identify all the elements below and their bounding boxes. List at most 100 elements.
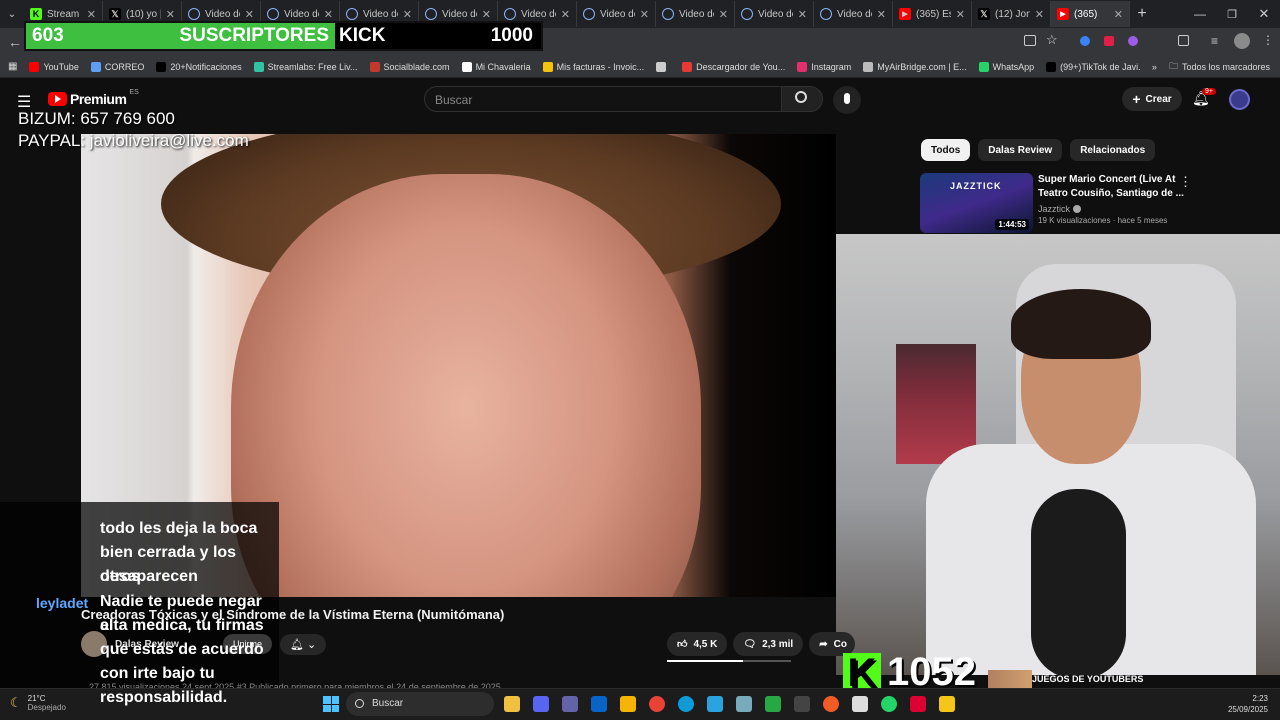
bookmark-item[interactable]: CORREO	[90, 61, 144, 72]
comments-button[interactable]: 🗨︎ 2,3 mil	[733, 632, 804, 656]
all-bookmarks[interactable]: 🗀 Todos los marcadores	[1169, 59, 1270, 75]
bookmark-item[interactable]: Mi Chavaleria	[461, 61, 531, 72]
progress-fill	[667, 660, 743, 662]
bookmark-item[interactable]: Descargador de You...	[682, 61, 785, 72]
camtasia-icon[interactable]	[765, 696, 781, 712]
new-tab-button[interactable]: +	[1130, 5, 1154, 23]
install-icon[interactable]	[1024, 35, 1036, 46]
account-avatar[interactable]	[1229, 89, 1250, 110]
tab-close-icon[interactable]: ✕	[798, 8, 807, 21]
browser-tab[interactable]: Video de ✕	[577, 1, 656, 27]
bookmark-item[interactable]: MyAirBridge.com | E...	[863, 61, 967, 72]
file-explorer-icon[interactable]	[504, 696, 520, 712]
taskbar-search[interactable]: Buscar	[346, 692, 494, 716]
notes-icon[interactable]	[939, 696, 955, 712]
time-date[interactable]: 2:23 25/09/2025	[1228, 693, 1268, 715]
menu-lines-icon[interactable]: ≡	[1211, 34, 1218, 48]
weather-widget[interactable]: ☾ 21°C Despejado	[10, 694, 66, 712]
puzzle-icon[interactable]	[1178, 35, 1189, 46]
maximize-button[interactable]: ❐	[1216, 8, 1248, 21]
chevron-right-icon[interactable]: »	[1152, 62, 1157, 72]
like-button[interactable]: 👍︎ 4,5 K	[667, 632, 728, 656]
tab-close-icon[interactable]: ✕	[403, 8, 412, 21]
profile-avatar[interactable]	[1234, 33, 1250, 49]
recommended-thumbnail[interactable]: JAZZTICK 1:44:53	[920, 173, 1033, 233]
tab-close-icon[interactable]: ✕	[640, 8, 649, 21]
filter-chip[interactable]: Relacionados	[1070, 139, 1156, 161]
bookmark-item[interactable]: Socialblade.com	[369, 61, 450, 72]
bookmark-item[interactable]: YouTube	[29, 61, 79, 72]
tab-close-icon[interactable]: ✕	[166, 8, 175, 21]
network-icon[interactable]	[736, 696, 752, 712]
create-button[interactable]: + Crear	[1122, 87, 1182, 111]
bookmark-item[interactable]: Instagram	[797, 61, 852, 72]
tab-close-icon[interactable]: ✕	[1114, 8, 1123, 21]
tab-close-icon[interactable]: ✕	[561, 8, 570, 21]
snipping-icon[interactable]	[910, 696, 926, 712]
bookmark-label: MyAirBridge.com | E...	[877, 61, 967, 72]
reco-more-icon[interactable]: ⋮	[1179, 174, 1192, 190]
tab-close-icon[interactable]: ✕	[877, 8, 886, 21]
bookmark-item[interactable]: WhatsApp	[978, 61, 1034, 72]
star-icon[interactable]: ☆	[1046, 32, 1058, 48]
filter-chip[interactable]: Dalas Review	[978, 139, 1063, 161]
tab-close-icon[interactable]: ✕	[719, 8, 728, 21]
subscribe-bell-button[interactable]: 🔔︎ ⌄	[280, 633, 327, 655]
windows-start-icon[interactable]	[323, 696, 339, 712]
browser-tab[interactable]: ▶ (365) ✕	[1051, 1, 1130, 27]
teams-icon[interactable]	[562, 696, 578, 712]
whatsapp-icon[interactable]	[881, 696, 897, 712]
search-button[interactable]	[781, 86, 823, 112]
share-icon: ➦	[819, 638, 828, 650]
progress-bar[interactable]	[667, 660, 791, 662]
bookmark-label: YouTube	[43, 61, 79, 72]
whatsapp-icon	[978, 61, 989, 72]
tab-close-icon[interactable]: ✕	[245, 8, 254, 21]
tab-close-icon[interactable]: ✕	[482, 8, 491, 21]
filter-chip[interactable]: Todos	[921, 139, 971, 161]
related-filters: Todos Dalas Review Relacionados	[921, 139, 1156, 161]
tab-close-icon[interactable]: ✕	[324, 8, 333, 21]
verified-icon	[1073, 205, 1082, 213]
obs-icon[interactable]	[794, 696, 810, 712]
tab-close-icon[interactable]: ✕	[956, 8, 965, 21]
notifications-button[interactable]: 🔔︎ 9+	[1192, 88, 1216, 110]
reco-stats: 19 K visualizaciones · hace 5 meses	[1038, 216, 1168, 225]
extension-icon-1[interactable]	[1080, 36, 1090, 46]
folder-icon[interactable]	[620, 696, 636, 712]
chrome-icon[interactable]	[649, 696, 665, 712]
tab-search-button[interactable]: ⌄	[0, 1, 24, 27]
voice-search-button[interactable]	[833, 86, 861, 114]
browser-tab[interactable]: Video de ✕	[656, 1, 735, 27]
bookmark-item[interactable]: Mis facturas - Invoic...	[542, 61, 644, 72]
bookmark-item[interactable]	[656, 61, 670, 72]
back-arrow-icon[interactable]: ←	[8, 34, 22, 50]
chrome-alt-icon[interactable]	[852, 696, 868, 712]
minimize-button[interactable]: —	[1184, 7, 1216, 21]
tab-label: Video de	[363, 8, 398, 20]
telegram-icon[interactable]	[707, 696, 723, 712]
recommended-video-info[interactable]: Super Mario Concert (Live At Teatro Cous…	[1038, 173, 1184, 225]
browser-tab[interactable]: 𝕏 (12) Jon ✕	[972, 1, 1051, 27]
close-window-button[interactable]: ✕	[1248, 6, 1280, 22]
edge-icon[interactable]	[678, 696, 694, 712]
youtube-icon: ▶	[1057, 8, 1069, 20]
discord-icon[interactable]	[533, 696, 549, 712]
tab-close-icon[interactable]: ✕	[1035, 8, 1044, 21]
bookmark-label: Instagram	[811, 61, 852, 72]
search-input[interactable]: Buscar	[424, 86, 782, 112]
tab-close-icon[interactable]: ✕	[87, 8, 96, 21]
browser-tab[interactable]: Video de ✕	[814, 1, 893, 27]
bookmark-item[interactable]: 20+Notificaciones	[156, 61, 242, 72]
more-vertical-icon[interactable]: ⋮	[1262, 33, 1274, 47]
brave-icon[interactable]	[823, 696, 839, 712]
browser-tab[interactable]: ▶ (365) Es ✕	[893, 1, 972, 27]
bookmark-item[interactable]: (99+)TikTok de Javi...	[1046, 61, 1140, 72]
youtube-logo[interactable]: Premium ES	[48, 89, 139, 107]
outlook-icon[interactable]	[591, 696, 607, 712]
extension-icon-3[interactable]	[1128, 36, 1138, 46]
apps-grid-icon[interactable]: ▦	[8, 61, 17, 72]
extension-icon-2[interactable]	[1104, 36, 1114, 46]
bookmark-item[interactable]: Streamlabs: Free Liv...	[253, 61, 358, 72]
browser-tab[interactable]: Video de ✕	[735, 1, 814, 27]
